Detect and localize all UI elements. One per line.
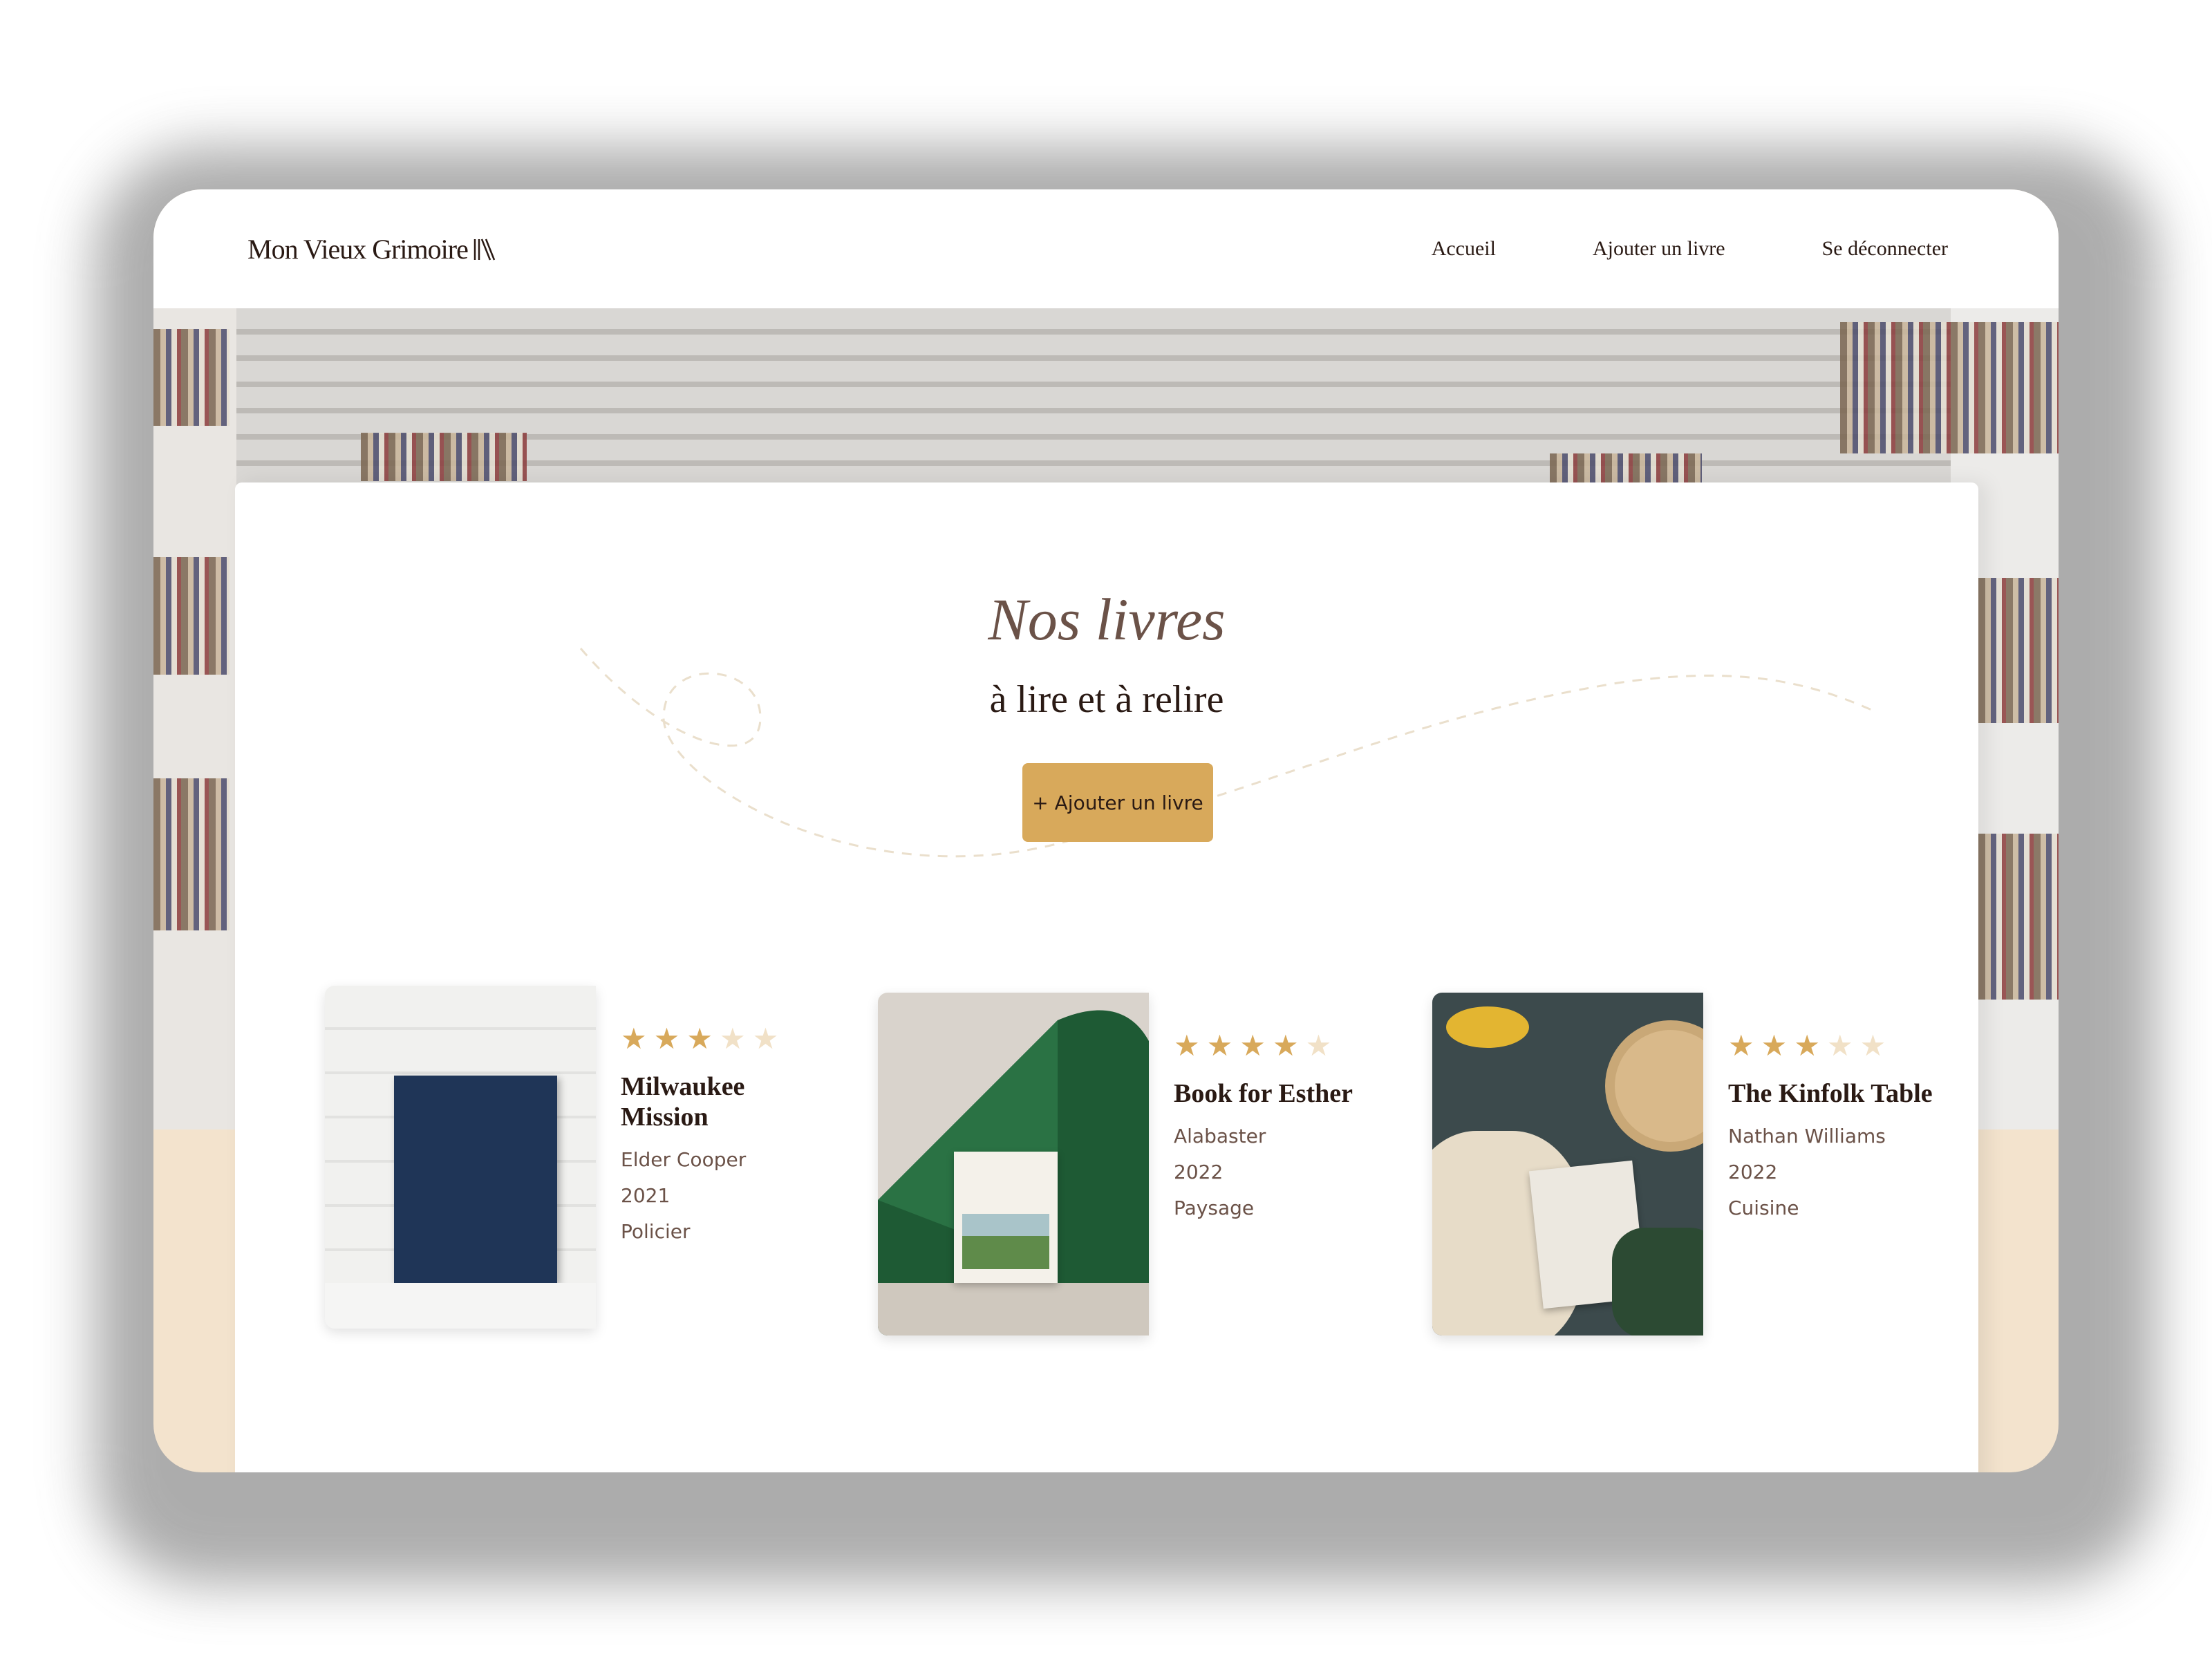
book-card[interactable]: ★ ★ ★ ★ ★ Book for Esther Alabaster 2022… — [878, 993, 1381, 1335]
book-author: Alabaster — [1174, 1125, 1266, 1147]
browser-frame: Mon Vieux Grimoire Accueil Ajouter un li… — [153, 189, 2059, 1472]
right-shelf-books — [1978, 834, 2059, 1000]
rating-stars: ★ ★ ★ ★ ★ — [621, 1024, 828, 1053]
nav-link-accueil[interactable]: Accueil — [1432, 237, 1496, 261]
book-genre: Cuisine — [1728, 1197, 1799, 1219]
book-title: The Kinfolk Table — [1728, 1079, 1933, 1108]
star-filled-icon: ★ — [686, 1022, 713, 1056]
book-genre: Paysage — [1174, 1197, 1255, 1219]
book-author: Elder Cooper — [621, 1148, 747, 1171]
book-title: Book for Esther — [1174, 1079, 1353, 1108]
star-filled-icon: ★ — [653, 1022, 680, 1056]
book-author: Nathan Williams — [1728, 1125, 1886, 1147]
nav-link-add-book[interactable]: Ajouter un livre — [1593, 237, 1725, 261]
shelf-books — [361, 433, 527, 481]
book-year: 2022 — [1174, 1161, 1224, 1183]
page-title: Nos livres — [988, 586, 1226, 653]
book-year: 2022 — [1728, 1161, 1778, 1183]
book-year: 2021 — [621, 1184, 671, 1207]
books-section-card: Nos livres à lire et à relire + Ajouter … — [235, 482, 1978, 1472]
rating-stars: ★ ★ ★ ★ ★ — [1174, 1031, 1381, 1060]
star-empty-icon: ★ — [1859, 1029, 1886, 1062]
page-subtitle: à lire et à relire — [989, 678, 1224, 721]
cover-landscape — [962, 1214, 1049, 1269]
straw-hat — [1605, 1020, 1703, 1152]
nav-links: Accueil Ajouter un livre Se déconnecter — [1432, 237, 1948, 261]
esther-book-green-paper-image — [878, 993, 1149, 1335]
nav-link-logout[interactable]: Se déconnecter — [1822, 237, 1948, 261]
book-info: ★ ★ ★ ★ ★ Milwaukee Mission Elder Cooper… — [596, 986, 828, 1329]
left-shelf-books — [153, 778, 229, 930]
star-filled-icon: ★ — [1174, 1029, 1200, 1062]
esther-book-cover — [954, 1152, 1058, 1283]
book-genre: Policier — [621, 1220, 691, 1243]
right-shelf-books — [1840, 322, 2059, 453]
blue-hardcover-book-image — [325, 986, 596, 1329]
star-empty-icon: ★ — [752, 1022, 779, 1056]
logo[interactable]: Mon Vieux Grimoire — [247, 233, 500, 265]
book-title: Milwaukee Mission — [621, 1072, 745, 1132]
star-empty-icon: ★ — [1826, 1029, 1853, 1062]
book-card[interactable]: ★ ★ ★ ★ ★ The Kinfolk Table Nathan Willi… — [1432, 993, 1936, 1335]
book-info: ★ ★ ★ ★ ★ Book for Esther Alabaster 2022… — [1149, 993, 1381, 1335]
navbar: Mon Vieux Grimoire Accueil Ajouter un li… — [153, 189, 2059, 308]
rating-stars: ★ ★ ★ ★ ★ — [1728, 1031, 1936, 1060]
star-filled-icon: ★ — [1272, 1029, 1299, 1062]
add-book-button[interactable]: + Ajouter un livre — [1022, 763, 1213, 842]
left-shelf-books — [153, 557, 229, 675]
books-logo-icon — [474, 238, 495, 261]
book-card[interactable]: ★ ★ ★ ★ ★ Milwaukee Mission Elder Cooper… — [325, 986, 828, 1329]
star-filled-icon: ★ — [1239, 1029, 1266, 1062]
left-shelf-books — [153, 329, 229, 426]
right-shelf-books — [1978, 578, 2059, 723]
star-filled-icon: ★ — [1761, 1029, 1788, 1062]
star-empty-icon: ★ — [719, 1022, 746, 1056]
table-surface — [325, 1283, 596, 1329]
book-info: ★ ★ ★ ★ ★ The Kinfolk Table Nathan Willi… — [1703, 993, 1936, 1335]
left-shelf — [153, 308, 236, 1130]
logo-text: Mon Vieux Grimoire — [247, 233, 469, 265]
star-empty-icon: ★ — [1305, 1029, 1332, 1062]
star-filled-icon: ★ — [621, 1022, 647, 1056]
star-filled-icon: ★ — [1728, 1029, 1754, 1062]
green-cloth — [1612, 1228, 1703, 1335]
kinfolk-table-flatlay-image — [1432, 993, 1703, 1335]
yellow-tulips — [1446, 1006, 1529, 1048]
blue-book-cover — [394, 1076, 557, 1283]
star-filled-icon: ★ — [1206, 1029, 1233, 1062]
star-filled-icon: ★ — [1794, 1029, 1820, 1062]
